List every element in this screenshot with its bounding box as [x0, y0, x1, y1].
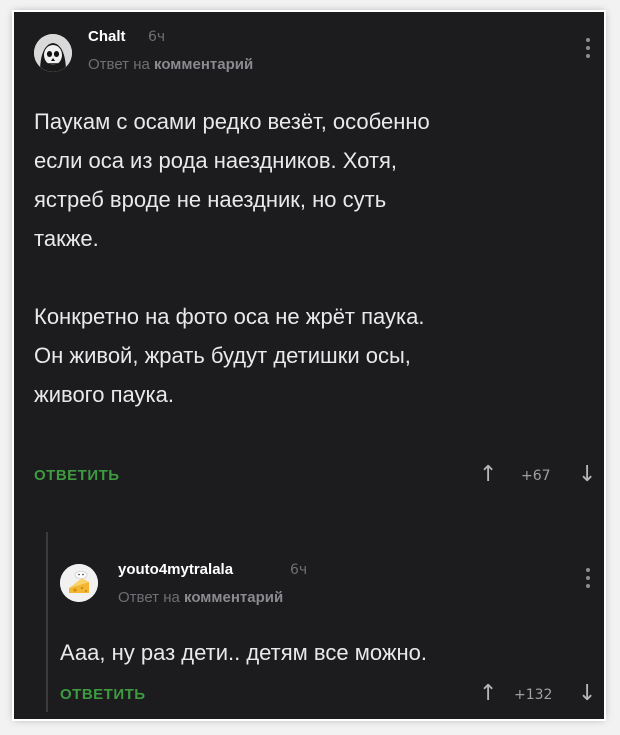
cheese-avatar-icon[interactable] — [60, 564, 98, 602]
upvote-icon[interactable]: ↑ — [479, 683, 497, 705]
reply-to-label: Ответ на комментарий — [118, 589, 283, 606]
comments-panel: Chalt 6ч Ответ на комментарий Паукам с о… — [14, 12, 604, 719]
reply-button[interactable]: ОТВЕТИТЬ — [60, 686, 146, 703]
reply-target-link[interactable]: комментарий — [184, 589, 283, 606]
comment-reply: youto4mytralala 6ч Ответ на комментарий … — [14, 12, 604, 719]
comment-text: Ааа, ну раз дети.. детям все можно. — [60, 640, 428, 665]
reply-prefix: Ответ на — [118, 589, 180, 606]
comment-rating: +132 — [514, 687, 553, 703]
downvote-icon[interactable]: ↓ — [578, 683, 596, 705]
more-vertical-icon[interactable] — [583, 568, 593, 592]
comment-time: 6ч — [290, 562, 308, 578]
comment-author[interactable]: youto4mytralala — [118, 561, 233, 578]
